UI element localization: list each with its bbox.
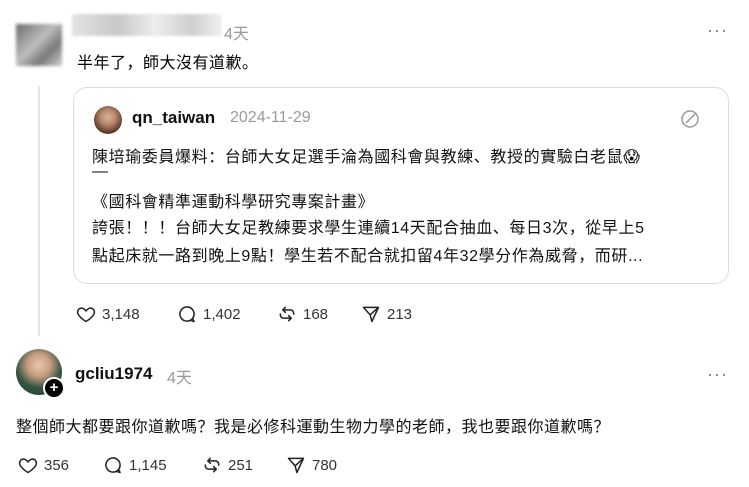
post-repost-count: 168: [303, 305, 329, 323]
quoted-date: 2024-11-29: [230, 109, 311, 126]
comment-text: 整個師大都要跟你道歉嗎？我是必修科運動生物力學的老師，我也要跟你道歉嗎？: [16, 419, 611, 436]
send-icon: [287, 457, 305, 474]
comment-repost-count: 251: [228, 456, 254, 474]
repost-icon: [204, 457, 220, 473]
post-comment-count: 1,402: [203, 305, 241, 323]
comment-more-button[interactable]: ···: [707, 364, 728, 385]
send-icon: [362, 306, 380, 323]
post-text: 半年了，師大沒有道歉。: [77, 55, 259, 72]
post-comment-button[interactable]: 1,402: [177, 304, 241, 324]
post-share-count: 213: [387, 305, 413, 323]
comment-bubble-icon: [179, 306, 195, 323]
commenter-username[interactable]: gcliu1974: [75, 364, 153, 384]
comment-like-button[interactable]: 356: [18, 455, 69, 475]
quote-edit-icon[interactable]: [680, 109, 700, 134]
heart-icon: [76, 307, 96, 323]
blurred-username[interactable]: [72, 14, 222, 36]
quoted-line-2: —: [92, 163, 109, 180]
comment-bubble-icon: [105, 457, 121, 474]
comment-share-button[interactable]: 780: [286, 455, 337, 475]
quoted-user-avatar[interactable]: [94, 106, 122, 134]
thread-line: [38, 86, 40, 336]
heart-icon: [18, 458, 38, 474]
post-repost-button[interactable]: 168: [277, 304, 328, 324]
blurred-avatar[interactable]: [16, 24, 62, 66]
comment-like-count: 356: [44, 456, 70, 474]
post-like-button[interactable]: 3,148: [76, 304, 140, 324]
post-like-count: 3,148: [102, 305, 140, 323]
quoted-line-1: 陳培瑜委員爆料：台師大女足選手淪為國科會與教練、教授的實驗白老鼠😱: [92, 149, 641, 166]
follow-plus-icon[interactable]: +: [43, 377, 65, 399]
comment-comment-count: 1,145: [129, 456, 167, 474]
comment-repost-button[interactable]: 251: [202, 455, 253, 475]
post-share-button[interactable]: 213: [361, 304, 412, 324]
comment-time: 4天: [167, 370, 192, 387]
post-time: 4天: [224, 26, 249, 43]
comment-share-count: 780: [312, 456, 338, 474]
comment-comment-button[interactable]: 1,145: [103, 455, 167, 475]
quoted-username[interactable]: qn_taiwan: [132, 108, 215, 128]
repost-icon: [279, 306, 295, 322]
post-more-button[interactable]: ···: [707, 20, 728, 41]
quoted-line-5: 點起床就一路到晚上9點！學生若不配合就扣留4年32學分作為威脅，而研...: [92, 248, 644, 265]
quoted-line-4: 誇張！！！台師大女足教練要求學生連續14天配合抽血、每日3次，從早上5: [92, 220, 645, 237]
quoted-line-3: 《國科會精準運動科學研究專案計畫》: [92, 194, 375, 211]
